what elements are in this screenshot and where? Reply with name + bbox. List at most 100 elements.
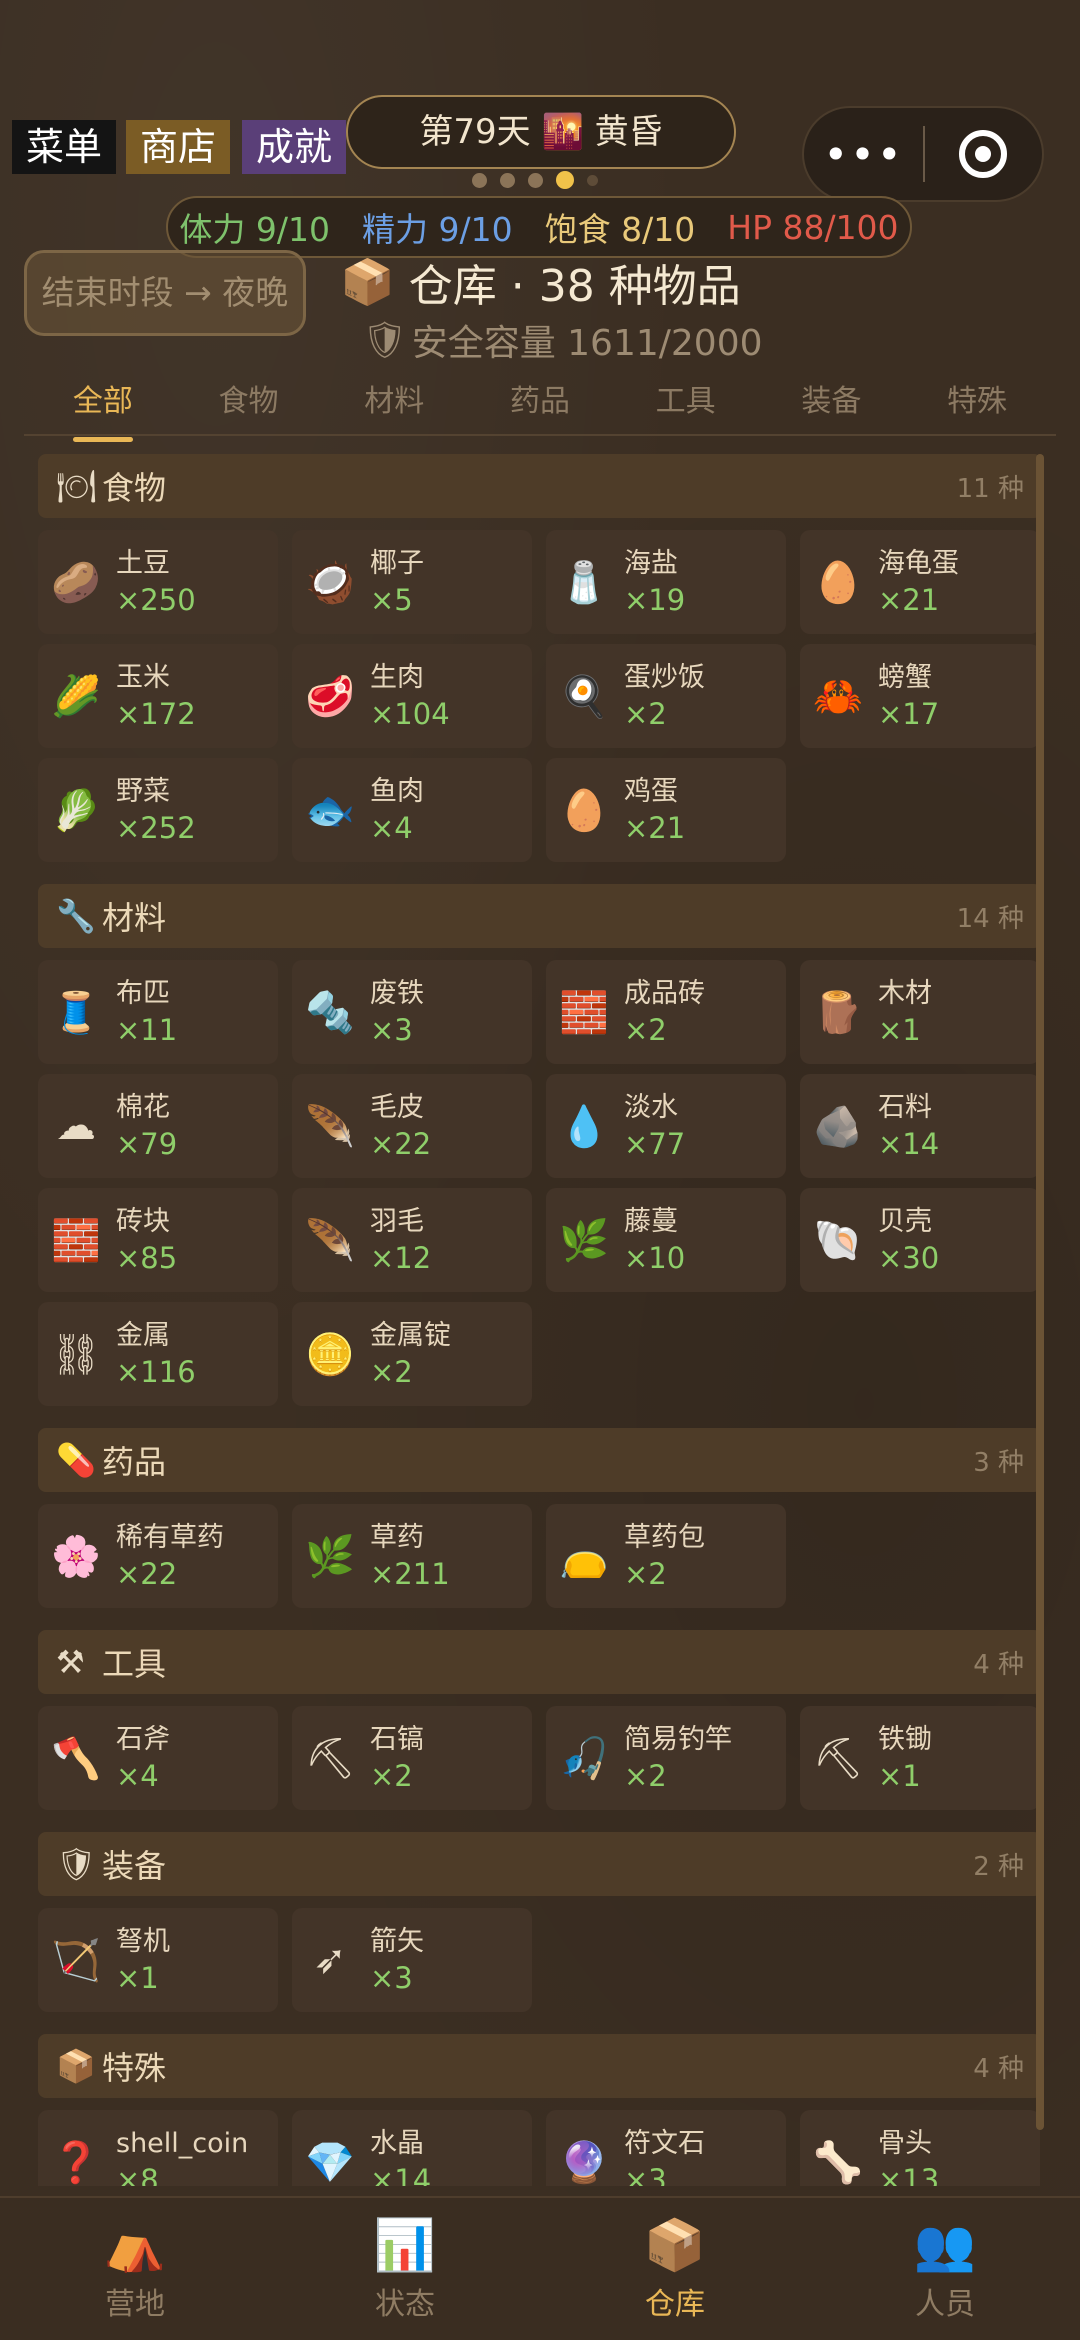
- item-count: ×1: [878, 1759, 921, 1793]
- section-header[interactable]: 🔧 材料 14 种: [38, 884, 1042, 948]
- item-name: 草药: [370, 1522, 424, 1553]
- section-header[interactable]: 💊 药品 3 种: [38, 1428, 1042, 1492]
- item-cell[interactable]: 🥩 生肉 ×104: [292, 644, 532, 748]
- item-cell[interactable]: ⛏ 铁锄 ×1: [800, 1706, 1040, 1810]
- tab-5[interactable]: 装备: [771, 370, 891, 436]
- item-name: 砖块: [116, 1206, 170, 1237]
- category-tabs: 全部 食物 材料 药品 工具 装备 特殊: [30, 370, 1050, 442]
- progress-dot: [587, 174, 598, 186]
- item-grid: 🪓 石斧 ×4 ⛏ 石镐 ×2 🎣 简易钓竿 ×2 ⛏ 铁锄 ×1: [38, 1706, 1042, 1810]
- item-count: ×250: [116, 583, 196, 617]
- item-icon: ⛏: [304, 1735, 356, 1782]
- nav-item-1[interactable]: 📊 状态: [270, 2198, 540, 2340]
- item-count: ×22: [116, 1557, 178, 1591]
- item-cell[interactable]: 🥥 椰子 ×5: [292, 530, 532, 634]
- item-cell[interactable]: 🧂 海盐 ×19: [546, 530, 786, 634]
- item-icon: 🌸: [51, 1533, 101, 1580]
- item-cell[interactable]: 💧 淡水 ×77: [546, 1074, 786, 1178]
- item-cell[interactable]: 🎣 简易钓竿 ×2: [546, 1706, 786, 1810]
- item-cell[interactable]: 🪨 石料 ×14: [800, 1074, 1040, 1178]
- item-name: 蛋炒饭: [624, 662, 705, 693]
- section-title: 装备: [102, 1847, 167, 1885]
- shop-button[interactable]: 商店: [126, 120, 231, 174]
- item-cell[interactable]: 🦀 螃蟹 ×17: [800, 644, 1040, 748]
- item-count: ×77: [624, 1127, 686, 1161]
- tab-0[interactable]: 全部: [43, 370, 163, 442]
- item-cell[interactable]: 🧵 布匹 ×11: [38, 960, 278, 1064]
- item-count: ×14: [878, 1127, 940, 1161]
- item-count: ×116: [116, 1355, 196, 1389]
- item-cell[interactable]: 🪓 石斧 ×4: [38, 1706, 278, 1810]
- item-icon: 💧: [559, 1103, 609, 1150]
- section-header[interactable]: 🍽 食物 11 种: [38, 454, 1042, 518]
- item-cell[interactable]: 🔮 符文石 ×3: [546, 2110, 786, 2186]
- item-name: 布匹: [116, 978, 170, 1009]
- item-cell[interactable]: ➶ 箭矢 ×3: [292, 1908, 532, 2012]
- section-title: 药品: [102, 1443, 167, 1481]
- item-cell[interactable]: 🔩 废铁 ×3: [292, 960, 532, 1064]
- item-cell[interactable]: 💎 水晶 ×14: [292, 2110, 532, 2186]
- item-icon: 👝: [559, 1533, 609, 1580]
- item-cell[interactable]: 🦴 骨头 ×13: [800, 2110, 1040, 2186]
- section-icon: ⚒: [56, 1643, 85, 1681]
- tab-6[interactable]: 特殊: [917, 370, 1037, 436]
- item-name: 鸡蛋: [624, 776, 678, 807]
- item-cell[interactable]: ⛓ 金属 ×116: [38, 1302, 278, 1406]
- item-cell[interactable]: 🌿 藤蔓 ×10: [546, 1188, 786, 1292]
- nav-item-2[interactable]: 📦 仓库: [540, 2198, 810, 2340]
- item-count: ×3: [624, 2163, 667, 2186]
- item-count: ×2: [370, 1759, 413, 1793]
- tab-3[interactable]: 药品: [480, 370, 600, 436]
- item-count: ×2: [624, 1013, 667, 1047]
- item-cell[interactable]: ☁ 棉花 ×79: [38, 1074, 278, 1178]
- capacity-text: 安全容量 1611/2000: [411, 323, 763, 364]
- tab-1[interactable]: 食物: [189, 370, 309, 436]
- inventory-list[interactable]: 🍽 食物 11 种 🥔 土豆 ×250 🥥 椰子 ×5 🧂 海盐 ×19 🥚 海龟蛋 ×21 🌽 玉米 ×172 🥩…: [38, 454, 1042, 2186]
- item-cell[interactable]: 🥔 土豆 ×250: [38, 530, 278, 634]
- item-name: 箭矢: [370, 1926, 424, 1957]
- item-name: 稀有草药: [116, 1522, 224, 1553]
- item-cell[interactable]: 🥚 海龟蛋 ×21: [800, 530, 1040, 634]
- item-cell[interactable]: ❓ shell_coin ×8: [38, 2110, 278, 2186]
- item-cell[interactable]: 🪶 羽毛 ×12: [292, 1188, 532, 1292]
- scrollbar[interactable]: [1036, 454, 1044, 2130]
- more-options-button[interactable]: •••: [804, 130, 923, 179]
- item-cell[interactable]: 🧱 成品砖 ×2: [546, 960, 786, 1064]
- item-icon: 🥬: [51, 787, 101, 834]
- nav-item-0[interactable]: ⛺ 营地: [0, 2198, 270, 2340]
- item-cell[interactable]: 🐟 鱼肉 ×4: [292, 758, 532, 862]
- item-cell[interactable]: 🐚 贝壳 ×30: [800, 1188, 1040, 1292]
- section-header[interactable]: ⚒ 工具 4 种: [38, 1630, 1042, 1694]
- item-cell[interactable]: 🌽 玉米 ×172: [38, 644, 278, 748]
- section-count: 4 种: [973, 1649, 1024, 1680]
- stats-bar: 体力 9/10 精力 9/10 饱食 8/10 HP 88/100: [166, 196, 912, 258]
- nav-item-3[interactable]: 👥 人员: [810, 2198, 1080, 2340]
- item-cell[interactable]: 🪶 毛皮 ×22: [292, 1074, 532, 1178]
- menu-button[interactable]: 菜单: [12, 120, 117, 174]
- item-cell[interactable]: 🧱 砖块 ×85: [38, 1188, 278, 1292]
- item-count: ×19: [624, 583, 686, 617]
- item-count: ×211: [370, 1557, 450, 1591]
- end-period-button[interactable]: 结束时段 → 夜晚: [24, 250, 306, 336]
- item-count: ×3: [370, 1013, 413, 1047]
- item-cell[interactable]: ⛏ 石镐 ×2: [292, 1706, 532, 1810]
- item-cell[interactable]: 🪙 金属锭 ×2: [292, 1302, 532, 1406]
- section-header[interactable]: 🛡 装备 2 种: [38, 1832, 1042, 1896]
- item-cell[interactable]: 🍳 蛋炒饭 ×2: [546, 644, 786, 748]
- item-name: 藤蔓: [624, 1206, 678, 1237]
- tab-4[interactable]: 工具: [626, 370, 746, 436]
- item-count: ×5: [370, 583, 413, 617]
- achievements-button[interactable]: 成就: [242, 120, 347, 174]
- item-cell[interactable]: 🏹 弩机 ×1: [38, 1908, 278, 2012]
- section-header[interactable]: 📦 特殊 4 种: [38, 2034, 1042, 2098]
- item-cell[interactable]: 🪵 木材 ×1: [800, 960, 1040, 1064]
- item-count: ×104: [370, 697, 450, 731]
- item-cell[interactable]: 🌸 稀有草药 ×22: [38, 1504, 278, 1608]
- item-cell[interactable]: 🌿 草药 ×211: [292, 1504, 532, 1608]
- close-miniapp-button[interactable]: [925, 130, 1042, 178]
- item-cell[interactable]: 👝 草药包 ×2: [546, 1504, 786, 1608]
- item-cell[interactable]: 🥬 野菜 ×252: [38, 758, 278, 862]
- item-icon: 🍳: [559, 673, 609, 720]
- tab-2[interactable]: 材料: [334, 370, 454, 436]
- item-cell[interactable]: 🥚 鸡蛋 ×21: [546, 758, 786, 862]
